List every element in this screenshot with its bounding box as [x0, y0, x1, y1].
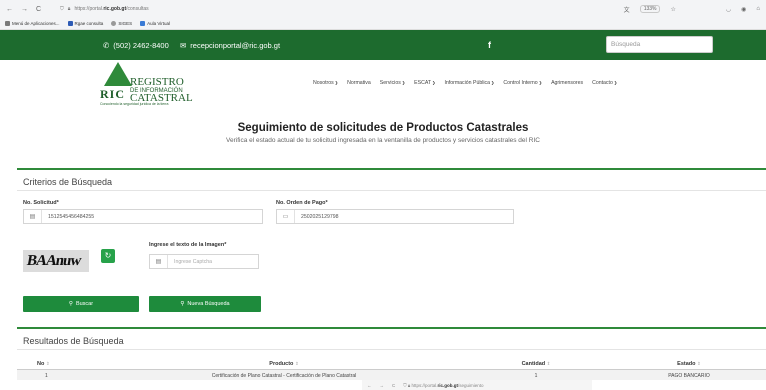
- bookmark-rgae[interactable]: Rgae consulta: [67, 21, 103, 26]
- bookmark-siges[interactable]: SIGES: [111, 21, 132, 26]
- credit-card-icon: ▭: [277, 210, 295, 223]
- overlay-address-bar: ← → C ⛉ 🔒︎ https://portal.ric.gob.gt/seg…: [362, 380, 592, 390]
- solicitud-label: No. Solicitud*: [23, 200, 59, 206]
- search-input[interactable]: Búsqueda: [606, 36, 713, 53]
- lock-icon: 🔒︎: [67, 6, 71, 12]
- page-icon: [140, 21, 146, 26]
- document-icon: ▤: [24, 210, 42, 223]
- table-row[interactable]: 1 Certificación de Plano Catastral - Cer…: [17, 370, 766, 380]
- ric-logo[interactable]: REGISTRO DE INFORMACIÓN CATASTRAL RIC Co…: [100, 62, 193, 108]
- star-icon[interactable]: ☆: [670, 6, 675, 13]
- orden-pago-field[interactable]: ▭ 2502025129798: [276, 209, 514, 224]
- criteria-title: Criterios de Búsqueda: [23, 177, 113, 187]
- results-table-header: No ⇕ Producto ⇕ Cantidad ⇕ Estado ⇕: [17, 358, 766, 370]
- browser-actions: 文 133% ☆ ◡ ◉ ⌂: [624, 5, 760, 14]
- main-menu: Nosotros❯ Normativa Servicios❯ ESCAT❯ In…: [313, 80, 617, 86]
- new-search-button[interactable]: ⚲ Nueva Búsqueda: [149, 296, 261, 312]
- shield-icon: ⛉: [60, 6, 64, 12]
- overlay-url[interactable]: ⛉ 🔒︎ https://portal.ric.gob.gt/seguimien…: [403, 383, 483, 388]
- solicitud-field[interactable]: ▤ 1512545456484255: [23, 209, 263, 224]
- refresh-captcha-icon[interactable]: ↻: [101, 249, 115, 263]
- search-criteria-panel: Criterios de Búsqueda No. Solicitud* ▤ 1…: [17, 168, 766, 316]
- col-no[interactable]: No ⇕: [37, 361, 50, 367]
- reload-icon[interactable]: C: [36, 6, 41, 13]
- menu-escat[interactable]: ESCAT❯: [414, 80, 435, 86]
- search-button[interactable]: ⚲ Buscar: [23, 296, 139, 312]
- menu-nosotros[interactable]: Nosotros❯: [313, 80, 338, 86]
- col-estado[interactable]: Estado ⇕: [677, 361, 701, 367]
- divider: [17, 349, 766, 350]
- browser-toolbar: ← → C ⛉ 🔒︎ https://portal.ric.gob.gt/con…: [0, 0, 766, 18]
- chevron-down-icon: ❯: [432, 80, 436, 85]
- chevron-down-icon: ❯: [613, 80, 618, 85]
- page-subtitle: Verifica el estado actual de tu solicitu…: [226, 137, 540, 144]
- chevron-down-icon: ❯: [491, 80, 495, 85]
- translate-icon[interactable]: 文: [624, 5, 630, 14]
- captcha-image: BAAnuw: [23, 250, 89, 272]
- captcha-field[interactable]: ▤ Ingrese Captcha: [149, 254, 259, 269]
- pocket-icon[interactable]: ◡: [726, 6, 731, 13]
- globe-icon: [111, 21, 117, 26]
- cell-estado: PAGO BANCARIO: [668, 373, 710, 379]
- col-producto[interactable]: Producto ⇕: [269, 361, 298, 367]
- browser-nav: ← → C: [6, 6, 54, 13]
- menu-contacto[interactable]: Contacto❯: [592, 80, 617, 86]
- results-title: Resultados de Búsqueda: [23, 336, 124, 346]
- bookmarks-bar: Menú de Aplicaciones... Rgae consulta SI…: [0, 18, 766, 30]
- account-icon[interactable]: ◉: [741, 6, 746, 13]
- search-icon: ⚲: [180, 301, 185, 307]
- menu-servicios[interactable]: Servicios❯: [380, 80, 405, 86]
- bookmark-aula[interactable]: Aula Virtual: [140, 21, 170, 26]
- reload-icon[interactable]: C: [392, 383, 395, 388]
- col-cantidad[interactable]: Cantidad ⇕: [522, 361, 551, 367]
- forward-icon[interactable]: →: [21, 6, 28, 13]
- url-text: https://portal.ric.gob.gt/consultas: [74, 6, 149, 12]
- cell-cantidad: 1: [534, 373, 538, 379]
- cell-no: 1: [45, 373, 48, 379]
- chevron-down-icon: ❯: [538, 80, 543, 85]
- orden-pago-label: No. Orden de Pago*: [276, 200, 328, 206]
- page-title: Seguimiento de solicitudes de Productos …: [237, 122, 529, 134]
- chevron-down-icon: ❯: [334, 80, 339, 85]
- cell-producto: Certificación de Plano Catastral - Certi…: [211, 373, 357, 379]
- email-contact[interactable]: ✉ recepcionportal@ric.gob.gt: [180, 41, 280, 50]
- menu-informacion-publica[interactable]: Información Pública❯: [444, 80, 494, 86]
- divider: [17, 190, 766, 191]
- bookmark-apps[interactable]: Menú de Aplicaciones...: [5, 21, 60, 26]
- phone-contact[interactable]: ✆ (502) 2462-8400: [103, 41, 169, 50]
- address-bar[interactable]: ⛉ 🔒︎ https://portal.ric.gob.gt/consultas: [60, 6, 624, 12]
- menu-agrimensores[interactable]: Agrimensores: [551, 80, 583, 86]
- back-icon[interactable]: ←: [367, 383, 372, 388]
- captcha-label: Ingrese el texto de la Imagen*: [149, 242, 227, 248]
- apps-icon: [5, 21, 10, 26]
- contact-bar: ✆ (502) 2462-8400 ✉ recepcionportal@ric.…: [0, 30, 766, 60]
- back-icon[interactable]: ←: [6, 6, 13, 13]
- phone-icon: ✆: [103, 40, 110, 50]
- document-icon: ▤: [150, 255, 168, 268]
- zoom-indicator[interactable]: 133%: [639, 5, 661, 13]
- facebook-icon[interactable]: f: [488, 40, 491, 50]
- extensions-icon[interactable]: ⌂: [756, 6, 760, 12]
- folder-icon: [67, 21, 73, 26]
- logo-mark: [104, 62, 132, 86]
- envelope-icon: ✉: [180, 40, 187, 50]
- site-header: REGISTRO DE INFORMACIÓN CATASTRAL RIC Co…: [0, 60, 766, 148]
- search-icon: ⚲: [68, 301, 73, 307]
- forward-icon[interactable]: →: [380, 383, 385, 388]
- menu-normativa[interactable]: Normativa: [347, 80, 371, 86]
- chevron-down-icon: ❯: [401, 80, 406, 85]
- menu-control-interno[interactable]: Control Interno❯: [503, 80, 542, 86]
